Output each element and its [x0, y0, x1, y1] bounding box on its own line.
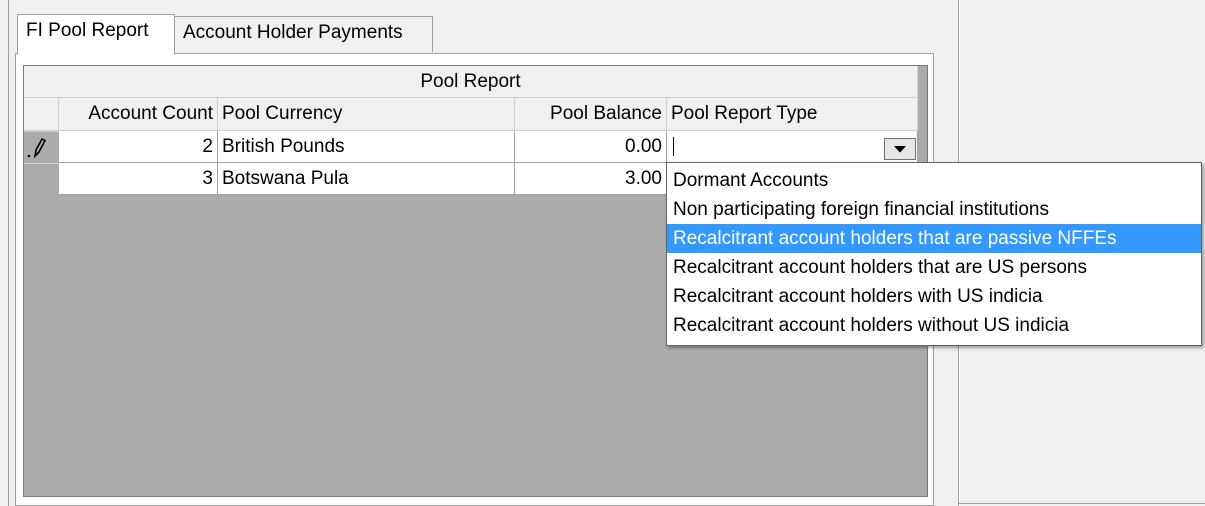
- pool-report-type-dropdown-list: Dormant Accounts Non participating forei…: [666, 162, 1202, 346]
- dropdown-option[interactable]: Non participating foreign financial inst…: [667, 195, 1201, 224]
- chevron-down-icon: [894, 145, 906, 152]
- cell-pool-balance[interactable]: 3.00: [515, 163, 667, 195]
- tab-fi-pool-report[interactable]: FI Pool Report: [17, 14, 175, 54]
- cell-pool-currency[interactable]: British Pounds: [218, 131, 515, 163]
- cell-account-count[interactable]: 2: [59, 131, 218, 163]
- row-selector[interactable]: [24, 163, 59, 164]
- right-panel-bottom-border: [958, 503, 1205, 504]
- cell-pool-balance[interactable]: 0.00: [515, 131, 667, 163]
- dropdown-option[interactable]: Recalcitrant account holders that are US…: [667, 253, 1201, 282]
- dropdown-option[interactable]: Recalcitrant account holders without US …: [667, 311, 1201, 340]
- dropdown-option[interactable]: Recalcitrant account holders with US ind…: [667, 282, 1201, 311]
- dropdown-option[interactable]: Recalcitrant account holders that are pa…: [667, 224, 1201, 253]
- dropdown-option[interactable]: Dormant Accounts: [667, 166, 1201, 195]
- tab-label: FI Pool Report: [26, 20, 149, 41]
- column-header-account-count[interactable]: Account Count: [59, 98, 218, 131]
- cell-account-count[interactable]: 3: [59, 163, 218, 195]
- dropdown-button[interactable]: [884, 138, 916, 160]
- band-header: Pool Report: [24, 66, 918, 98]
- window-edge: [8, 0, 9, 506]
- row-selector-header: [24, 98, 59, 131]
- cell-pool-currency[interactable]: Botswana Pula: [218, 163, 515, 195]
- pool-report-type-combo[interactable]: [667, 131, 918, 163]
- column-header-pool-report-type[interactable]: Pool Report Type: [667, 98, 918, 131]
- tab-account-holder-payments[interactable]: Account Holder Payments: [174, 16, 433, 52]
- text-caret: [673, 137, 674, 156]
- column-header-pool-currency[interactable]: Pool Currency: [218, 98, 515, 131]
- tab-label: Account Holder Payments: [183, 22, 403, 43]
- column-header-pool-balance[interactable]: Pool Balance: [515, 98, 667, 131]
- pencil-icon: [26, 131, 56, 163]
